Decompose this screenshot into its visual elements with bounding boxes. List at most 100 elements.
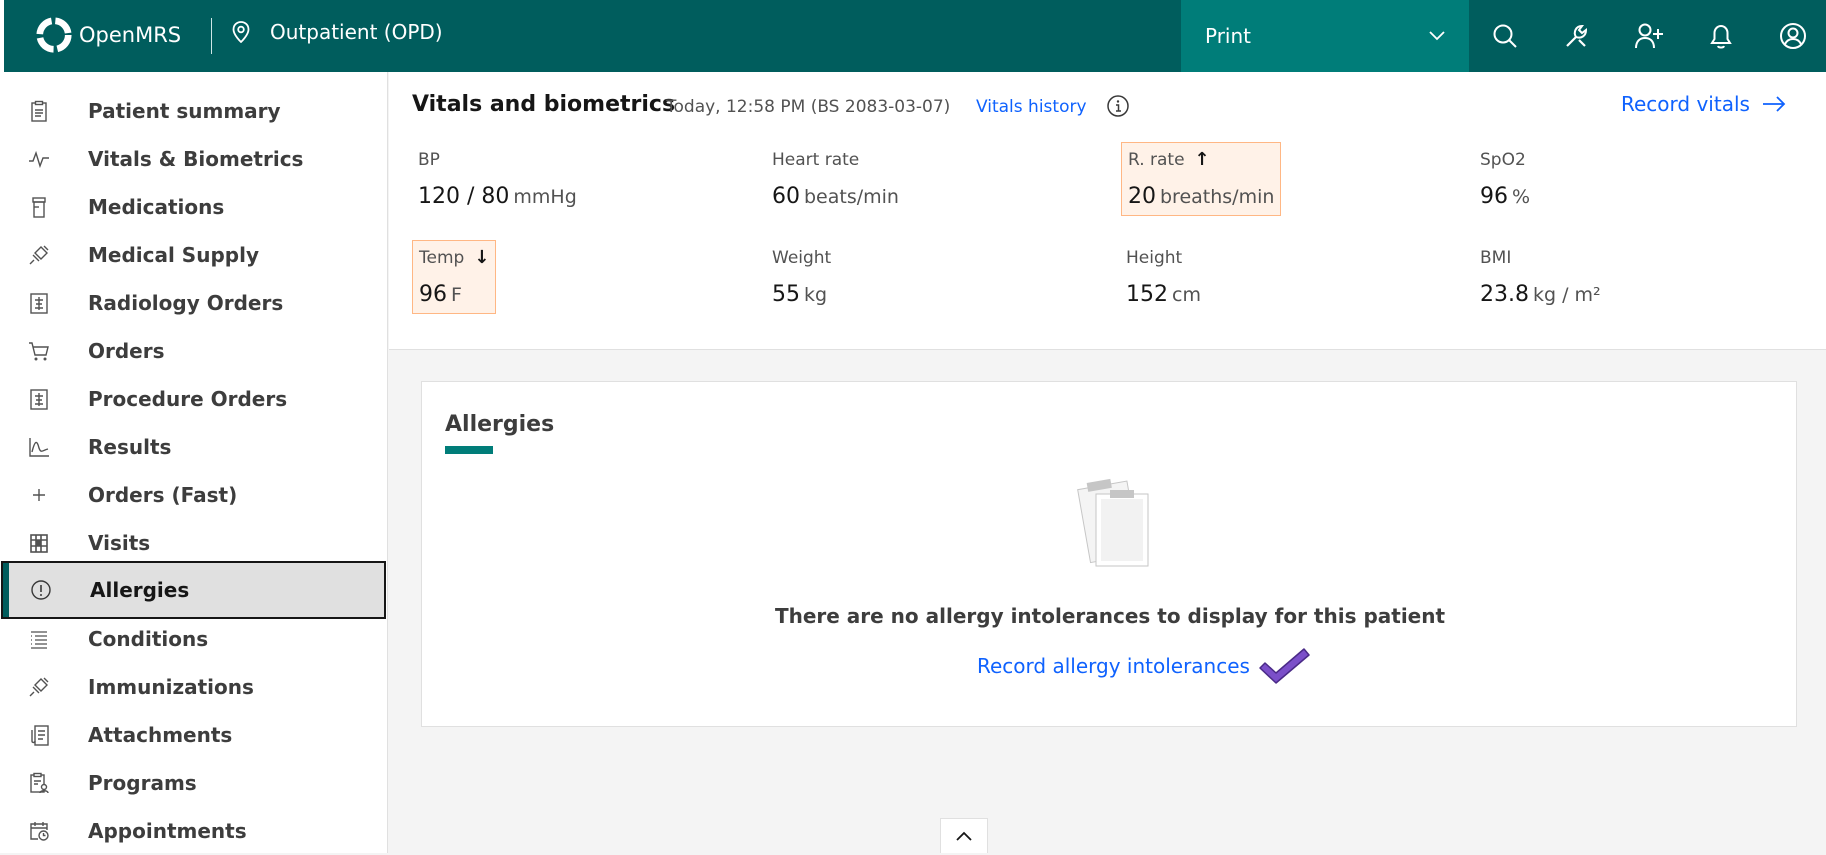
vital-label: Temp ↓ — [419, 247, 490, 268]
openmrs-logo[interactable]: OpenMRS — [35, 16, 181, 54]
vital-label: Height — [1126, 248, 1183, 268]
vital-label: Heart rate — [772, 150, 860, 170]
tools-icon — [1566, 24, 1588, 47]
sidebar-item-label: Visits — [88, 531, 151, 555]
scroll-to-top-button[interactable] — [940, 818, 988, 853]
sidebar-item-label: Immunizations — [88, 675, 254, 699]
info-icon[interactable] — [1106, 94, 1130, 118]
location-pin-icon — [232, 21, 250, 43]
notifications-button[interactable] — [1685, 0, 1757, 72]
chevron-up-icon — [956, 831, 972, 841]
allergies-card: Allergies There are no allergy intoleran… — [421, 381, 1797, 727]
document-attachment-icon — [31, 725, 49, 746]
brand-name: OpenMRS — [79, 23, 182, 47]
sidebar-item-label: Orders — [88, 339, 165, 363]
user-avatar-icon — [1780, 23, 1806, 49]
sidebar-item-medications[interactable]: Medications — [4, 183, 388, 231]
sidebar-item-label: Medical Supply — [88, 243, 259, 267]
arrow-up-icon: ↑ — [1194, 149, 1210, 170]
allergies-title: Allergies — [445, 412, 555, 437]
search-button[interactable] — [1469, 0, 1541, 72]
empty-state-message: There are no allergy intolerances to dis… — [774, 604, 1446, 628]
plus-icon — [33, 489, 45, 501]
vital-value: 120 / 80 mmHg — [418, 184, 577, 209]
record-vitals-label: Record vitals — [1621, 92, 1750, 116]
syringe-icon — [29, 677, 49, 697]
sidebar-item-orders[interactable]: Orders — [4, 327, 388, 375]
vitals-history-link[interactable]: Vitals history — [976, 97, 1087, 117]
openmrs-logo-icon — [36, 17, 72, 53]
sidebar-item-procedure-orders[interactable]: Procedure Orders — [4, 375, 388, 423]
vital-value: 60 beats/min — [772, 184, 899, 209]
print-dropdown[interactable]: Print — [1181, 0, 1469, 72]
sidebar-item-programs[interactable]: Programs — [4, 759, 388, 807]
sidebar-item-patient-summary[interactable]: Patient summary — [4, 87, 388, 135]
title-underline — [445, 446, 493, 454]
report-icon — [30, 293, 48, 314]
vital-value: 20 breaths/min — [1128, 184, 1275, 209]
vital-value: 55 kg — [772, 282, 828, 307]
sidebar-item-label: Procedure Orders — [88, 387, 288, 411]
app-menu-button[interactable] — [1541, 0, 1613, 72]
sidebar-item-label: Attachments — [88, 723, 233, 747]
sidebar-item-vitals[interactable]: Vitals & Biometrics — [4, 135, 388, 183]
sidebar-item-label: Radiology Orders — [88, 291, 284, 315]
activity-icon — [29, 150, 49, 169]
chart-line-icon — [29, 438, 49, 457]
vital-bp: BP 120 / 80 mmHg — [412, 144, 583, 215]
vital-value: 23.8 kg / m² — [1480, 282, 1601, 307]
location-selector[interactable]: Outpatient (OPD) — [232, 20, 443, 44]
empty-clipboard-icon — [1077, 478, 1149, 567]
sidebar-item-radiology-orders[interactable]: Radiology Orders — [4, 279, 388, 327]
header-divider — [211, 18, 212, 54]
vital-label: BP — [418, 150, 440, 170]
calendar-clock-icon — [30, 822, 49, 841]
sidebar-item-allergies[interactable]: Allergies — [1, 561, 386, 619]
sidebar-item-visits[interactable]: Visits — [4, 519, 388, 567]
sidebar-item-conditions[interactable]: Conditions — [4, 615, 388, 663]
vital-label: SpO2 — [1480, 150, 1526, 170]
sidebar-item-label: Patient summary — [88, 99, 281, 123]
vital-value: 96 F — [419, 282, 462, 307]
vital-value: 96% — [1480, 184, 1531, 209]
vital-label: Weight — [772, 248, 832, 268]
sidebar-item-immunizations[interactable]: Immunizations — [4, 663, 388, 711]
checkmark-icon — [1259, 648, 1310, 684]
sidebar-item-orders-fast[interactable]: Orders (Fast) — [4, 471, 388, 519]
chevron-down-icon — [1429, 31, 1445, 41]
add-patient-button[interactable] — [1613, 0, 1685, 72]
vitals-title: Vitals and biometrics — [412, 92, 676, 117]
location-name: Outpatient (OPD) — [270, 20, 443, 44]
clipboard-icon — [31, 100, 47, 122]
user-menu-button[interactable] — [1757, 0, 1826, 72]
arrow-down-icon: ↓ — [474, 247, 490, 268]
syringe-icon — [29, 245, 49, 265]
sidebar-item-results[interactable]: Results — [4, 423, 388, 471]
sidebar-item-attachments[interactable]: Attachments — [4, 711, 388, 759]
sidebar-item-label: Orders (Fast) — [88, 483, 238, 507]
sidebar-item-label: Conditions — [88, 627, 209, 651]
sidebar-item-label: Results — [88, 435, 172, 459]
search-icon — [1493, 24, 1517, 48]
add-user-icon — [1635, 23, 1663, 49]
sidebar-item-label: Appointments — [88, 819, 247, 843]
record-vitals-button[interactable]: Record vitals — [1621, 92, 1786, 116]
vital-label: BMI — [1480, 248, 1512, 268]
vital-spo2: SpO2 96% — [1474, 144, 1536, 215]
report-icon — [30, 389, 48, 410]
sidebar-item-label: Vitals & Biometrics — [88, 147, 304, 171]
arrow-right-icon — [1762, 96, 1786, 112]
sidebar-item-medical-supply[interactable]: Medical Supply — [4, 231, 388, 279]
vital-height: Height 152 cm — [1120, 242, 1207, 313]
patient-chart-main: Vitals and biometrics Today, 12:58 PM (B… — [389, 72, 1826, 853]
sidebar-item-appointments[interactable]: Appointments — [4, 807, 388, 855]
bell-icon — [1710, 24, 1732, 49]
cart-icon — [29, 342, 49, 361]
vital-heart-rate: Heart rate 60 beats/min — [766, 144, 905, 215]
vital-respiratory-rate: R. rate ↑ 20 breaths/min — [1121, 142, 1282, 216]
record-allergy-link[interactable]: Record allergy intolerances — [977, 646, 1312, 686]
vital-weight: Weight 55 kg — [766, 242, 837, 313]
list-icon — [31, 631, 47, 649]
top-navigation-bar: OpenMRS Outpatient (OPD) Print — [0, 0, 1826, 72]
calendar-grid-icon — [30, 534, 48, 553]
